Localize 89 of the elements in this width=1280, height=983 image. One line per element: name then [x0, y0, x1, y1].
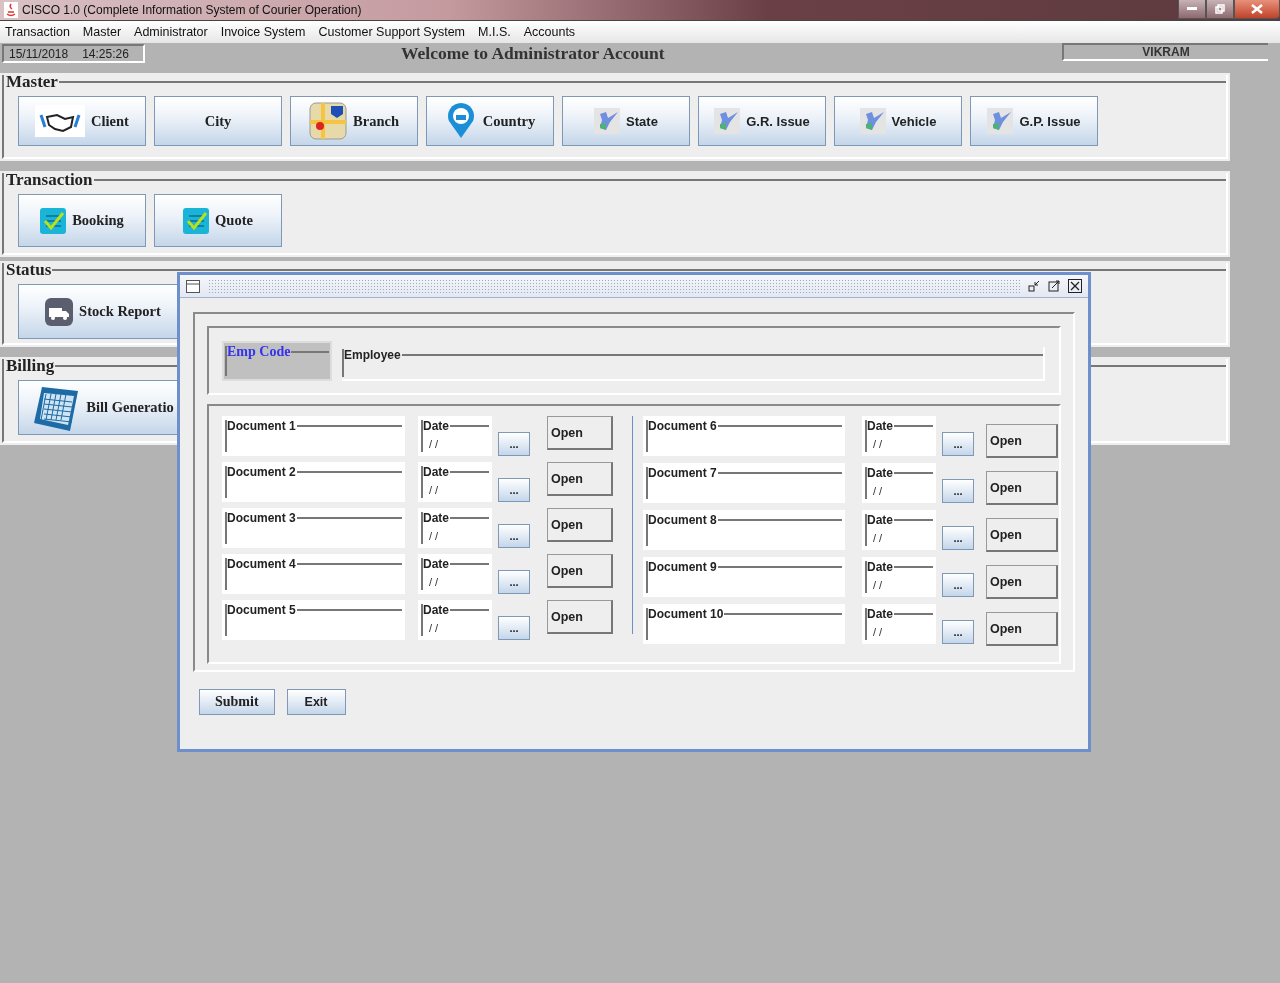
user-name: VIKRAM [1062, 43, 1268, 61]
document-field[interactable]: Document 2 [222, 462, 405, 502]
module-button[interactable]: Country [426, 96, 554, 146]
restore-icon [1215, 4, 1225, 14]
module-button[interactable]: Quote [154, 194, 282, 247]
document-field[interactable]: Document 9 [643, 557, 845, 597]
browse-button[interactable]: ... [942, 620, 974, 644]
document-field[interactable]: Document 7 [643, 463, 845, 503]
checklist-icon [40, 207, 67, 234]
menu-item[interactable]: Master [82, 25, 122, 39]
menu-item[interactable]: Accounts [523, 25, 576, 39]
truck-icon [45, 297, 74, 326]
module-button[interactable]: Booking [18, 194, 146, 247]
browse-button[interactable]: ... [942, 526, 974, 550]
module-button[interactable]: State [562, 96, 690, 146]
minimize-icon [1187, 7, 1197, 11]
region-map-icon [714, 108, 741, 134]
module-button[interactable]: Client [18, 96, 146, 146]
section-title: Billing [6, 359, 55, 373]
open-button[interactable]: Open [547, 508, 613, 542]
map-icon [309, 102, 348, 140]
emp-code-field[interactable]: Emp Code [222, 341, 332, 381]
browse-button[interactable]: ... [942, 573, 974, 597]
close-button[interactable] [1234, 0, 1280, 19]
submit-button[interactable]: Submit [199, 689, 275, 715]
minimize-button[interactable] [1178, 0, 1206, 19]
open-button[interactable]: Open [547, 600, 613, 634]
open-button[interactable]: Open [547, 554, 613, 588]
open-button[interactable]: Open [986, 471, 1058, 505]
document-field[interactable]: Document 8 [643, 510, 845, 550]
date-time-display: 15/11/2018 14:25:26 [2, 44, 145, 63]
employee-field[interactable]: Employee [342, 347, 1045, 381]
browse-button[interactable]: ... [498, 432, 530, 456]
browse-button[interactable]: ... [498, 524, 530, 548]
date-field[interactable]: Date / / [862, 463, 936, 503]
browse-button[interactable]: ... [942, 432, 974, 456]
date-field[interactable]: Date / / [862, 557, 936, 597]
date-field[interactable]: Date / / [418, 462, 492, 502]
browse-button[interactable]: ... [498, 478, 530, 502]
open-button[interactable]: Open [547, 416, 613, 450]
section-title: Status [6, 263, 52, 277]
app-icon [4, 2, 18, 18]
document-field[interactable]: Document 1 [222, 416, 405, 456]
menu-item[interactable]: Invoice System [220, 25, 306, 39]
welcome-heading: Welcome to Administrator Account [401, 43, 665, 64]
maximize-icon[interactable] [1048, 280, 1060, 292]
document-field[interactable]: Document 4 [222, 554, 405, 594]
browse-button[interactable]: ... [942, 479, 974, 503]
document-field[interactable]: Document 6 [643, 416, 845, 456]
date-field[interactable]: Date / / [862, 416, 936, 456]
document-field[interactable]: Document 10 [643, 604, 845, 644]
date-field[interactable]: Date / / [418, 508, 492, 548]
open-button[interactable]: Open [986, 518, 1058, 552]
open-button[interactable]: Open [986, 565, 1058, 599]
menu-item[interactable]: Customer Support System [318, 25, 466, 39]
iconify-icon[interactable] [1028, 280, 1040, 292]
date-field[interactable]: Date / / [418, 416, 492, 456]
menu-item[interactable]: Transaction [5, 25, 70, 39]
menu-item[interactable]: M.I.S. [478, 25, 511, 39]
module-button[interactable]: City [154, 96, 282, 146]
open-button[interactable]: Open [547, 462, 613, 496]
region-map-icon [987, 108, 1014, 134]
close-icon [1251, 4, 1263, 14]
document-field[interactable]: Document 3 [222, 508, 405, 548]
section-title: Master [6, 75, 58, 89]
checklist-icon [183, 207, 210, 234]
menu-item[interactable]: Administrator [134, 25, 208, 39]
window-title: CISCO 1.0 (Complete Information System of Courier Operation) [22, 3, 362, 17]
restore-button[interactable] [1206, 0, 1234, 19]
handshake-icon [35, 105, 86, 137]
date-field[interactable]: Date / / [862, 604, 936, 644]
module-button[interactable]: Vehicle [834, 96, 962, 146]
region-map-icon [859, 108, 886, 134]
exit-button[interactable]: Exit [286, 689, 346, 715]
browse-button[interactable]: ... [498, 570, 530, 594]
date-field[interactable]: Date / / [418, 554, 492, 594]
window-icon [186, 279, 200, 293]
module-button[interactable]: G.R. Issue [698, 96, 826, 146]
browse-button[interactable]: ... [498, 616, 530, 640]
close-icon[interactable] [1068, 279, 1082, 293]
section-title: Transaction [6, 173, 93, 187]
date-field[interactable]: Date / / [862, 510, 936, 550]
open-button[interactable]: Open [986, 424, 1058, 458]
date-field[interactable]: Date / / [418, 600, 492, 640]
region-map-icon [594, 108, 621, 134]
module-button[interactable]: Branch [290, 96, 418, 146]
module-button[interactable]: G.P. Issue [970, 96, 1098, 146]
open-button[interactable]: Open [986, 612, 1058, 646]
document-field[interactable]: Document 5 [222, 600, 405, 640]
